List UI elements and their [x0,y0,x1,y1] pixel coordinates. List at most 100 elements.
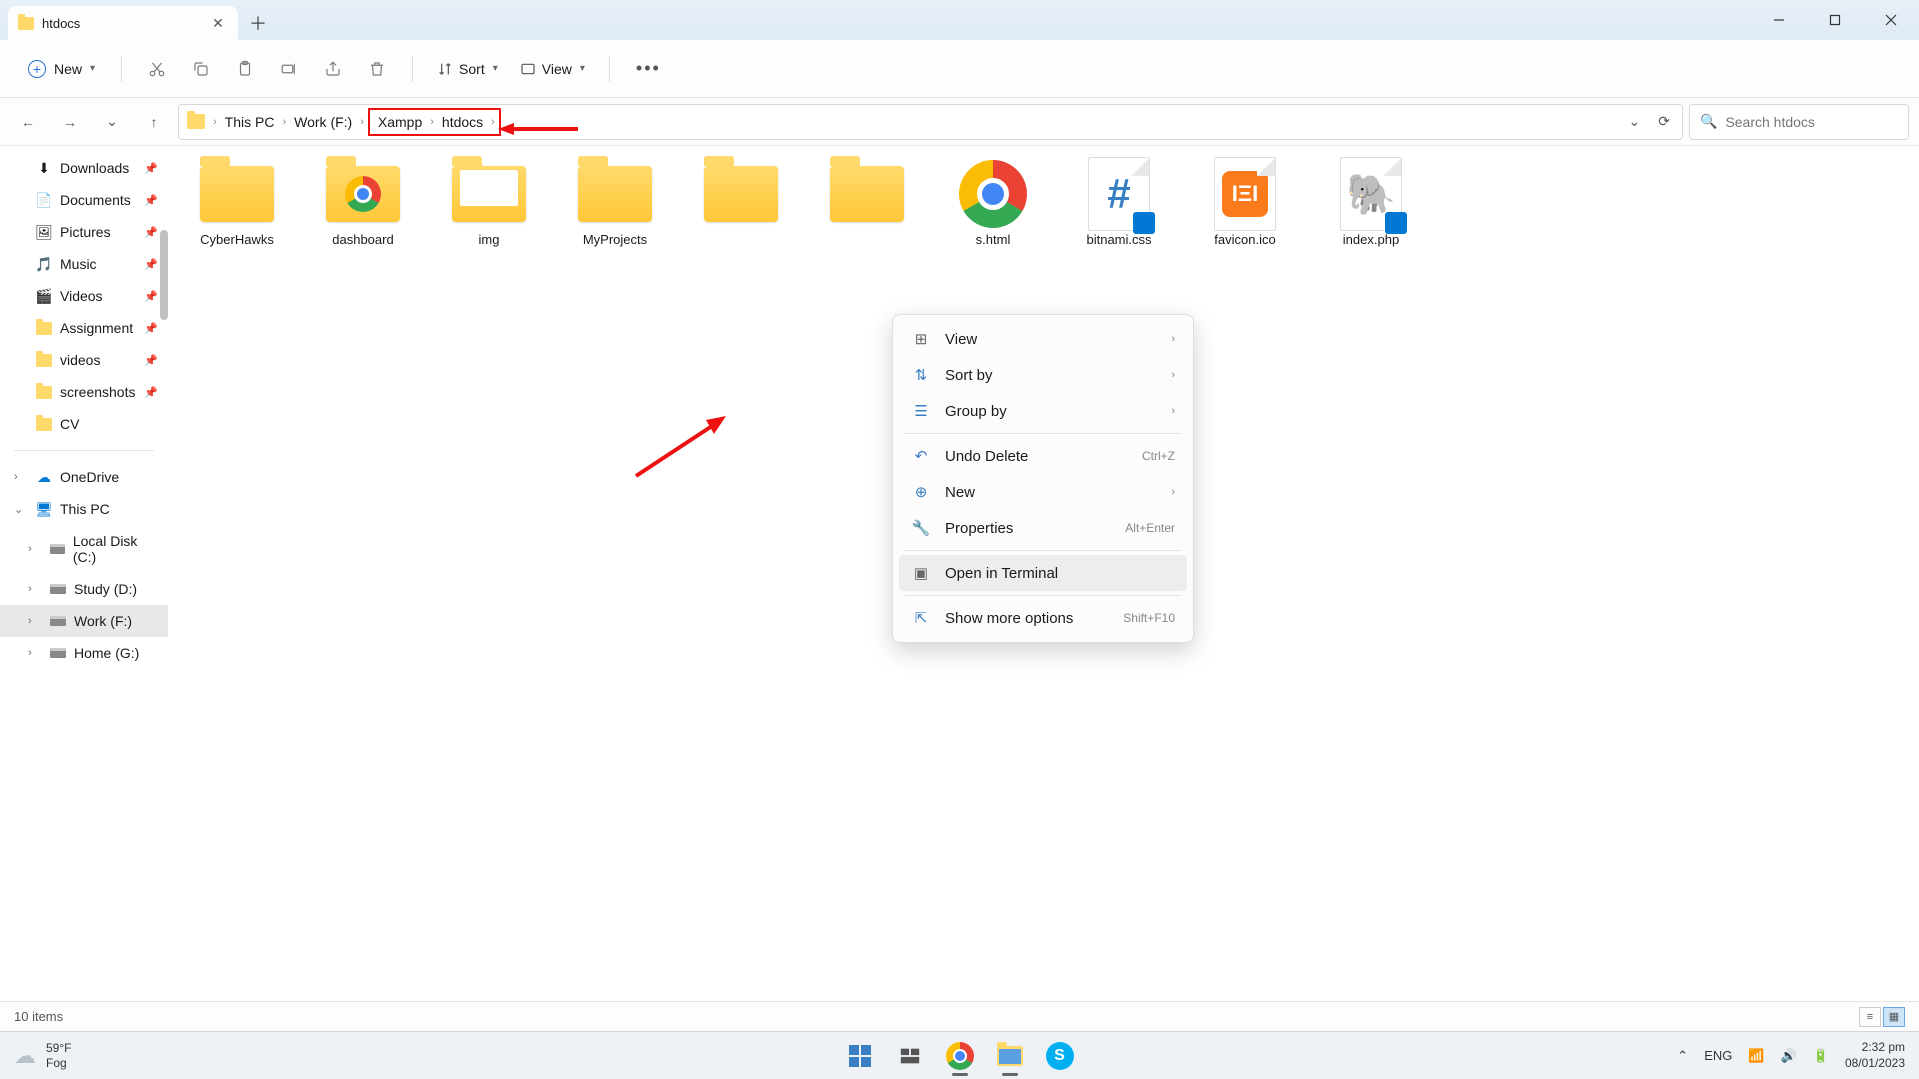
search-box[interactable]: 🔍 [1689,104,1909,140]
ctx-show-more[interactable]: ⇱ Show more options Shift+F10 [899,600,1187,636]
ctx-group-by[interactable]: ☰ Group by › [899,393,1187,429]
sidebar-quick-item[interactable]: 📄Documents📌 [0,184,168,216]
chevron-down-icon: ▾ [580,63,585,74]
sidebar-quick-item[interactable]: 🎵Music📌 [0,248,168,280]
recent-button[interactable]: ⌄ [94,104,130,140]
view-button[interactable]: View ▾ [512,57,593,81]
address-dropdown-button[interactable]: ⌄ [1625,109,1645,134]
breadcrumb-item[interactable]: htdocs [438,112,487,132]
toolbar: + New ▾ Sort ▾ View ▾ ••• [0,40,1919,98]
new-button[interactable]: + New ▾ [18,54,105,84]
copy-button[interactable] [182,52,220,86]
folder-icon [36,322,52,335]
sidebar-drive-item[interactable]: ›Home (G:) [0,637,168,669]
weather-widget[interactable]: ☁ 59°F Fog [14,1041,71,1070]
pin-icon: 📌 [144,194,158,207]
sidebar-drive-item[interactable]: ›Work (F:) [0,605,168,637]
wrench-icon: 🔧 [911,518,931,538]
sort-button[interactable]: Sort ▾ [429,57,506,81]
refresh-button[interactable]: ⟳ [1654,109,1674,134]
forward-button[interactable]: → [52,104,88,140]
sidebar-item-onedrive[interactable]: › ☁ OneDrive [0,461,168,493]
breadcrumb-item[interactable]: Xampp [374,112,426,132]
ctx-new[interactable]: ⊕ New › [899,474,1187,510]
battery-icon[interactable]: 🔋 [1813,1048,1829,1064]
back-button[interactable]: ← [10,104,46,140]
view-label: View [542,61,572,77]
file-item[interactable] [692,162,790,247]
close-tab-button[interactable]: ✕ [210,15,226,31]
address-bar[interactable]: › This PC › Work (F:) › Xampp › htdocs ›… [178,104,1683,140]
ctx-sort-by[interactable]: ⇅ Sort by › [899,357,1187,393]
file-item[interactable]: MyProjects [566,162,664,247]
sidebar-drive-item[interactable]: ›Study (D:) [0,573,168,605]
share-button[interactable] [314,52,352,86]
file-label: index.php [1343,232,1399,247]
file-item[interactable]: dashboard [314,162,412,247]
breadcrumb-item[interactable]: This PC [221,112,279,132]
file-item[interactable]: s.html [944,162,1042,247]
sidebar-quick-item[interactable]: screenshots📌 [0,376,168,408]
rename-button[interactable] [270,52,308,86]
ctx-view[interactable]: ⊞ View › [899,321,1187,357]
sidebar-quick-item[interactable]: 🎬Videos📌 [0,280,168,312]
minimize-button[interactable] [1751,0,1807,40]
video-icon: 🎬 [36,288,52,304]
breadcrumb-item[interactable]: Work (F:) [290,112,356,132]
sidebar-label: screenshots [60,384,135,400]
ctx-open-terminal[interactable]: ▣ Open in Terminal [899,555,1187,591]
file-label: CyberHawks [200,232,274,247]
sidebar-quick-item[interactable]: CV [0,408,168,440]
vscode-icon [1133,212,1155,234]
explorer-app[interactable] [989,1035,1031,1077]
paste-button[interactable] [226,52,264,86]
close-window-button[interactable] [1863,0,1919,40]
language-indicator[interactable]: ENG [1704,1048,1732,1063]
tray-chevron-icon[interactable]: ⌃ [1677,1048,1688,1064]
clock[interactable]: 2:32 pm 08/01/2023 [1845,1040,1905,1071]
sidebar-quick-item[interactable]: videos📌 [0,344,168,376]
file-item[interactable] [818,162,916,247]
music-icon: 🎵 [36,256,52,272]
details-view-button[interactable]: ≡ [1859,1007,1881,1027]
ctx-properties[interactable]: 🔧 Properties Alt+Enter [899,510,1187,546]
hash-icon: # [1107,170,1130,218]
pin-icon: 📌 [144,258,158,271]
weather-condition: Fog [46,1056,71,1070]
skype-app[interactable]: S [1039,1035,1081,1077]
titlebar: htdocs ✕ ＋ [0,0,1919,40]
file-item[interactable]: ΙΞΙfavicon.ico [1196,162,1294,247]
start-button[interactable] [839,1035,881,1077]
up-button[interactable]: ↑ [136,104,172,140]
task-view-button[interactable] [889,1035,931,1077]
search-input[interactable] [1725,114,1906,130]
annotation-arrow [626,416,726,489]
file-item[interactable]: #bitnami.css [1070,162,1168,247]
sidebar-drive-item[interactable]: ›Local Disk (C:) [0,525,168,573]
sidebar-quick-item[interactable]: Assignment📌 [0,312,168,344]
sidebar-label: Videos [60,288,103,304]
delete-button[interactable] [358,52,396,86]
icons-view-button[interactable]: ▦ [1883,1007,1905,1027]
new-tab-button[interactable]: ＋ [238,6,278,40]
file-item[interactable]: img [440,162,538,247]
pic-icon: 🖼 [36,224,52,240]
maximize-button[interactable] [1807,0,1863,40]
sidebar-quick-item[interactable]: ⬇Downloads📌 [0,152,168,184]
file-item[interactable]: CyberHawks [188,162,286,247]
file-item[interactable]: 🐘 index.php [1322,162,1420,247]
window-tab[interactable]: htdocs ✕ [8,6,238,40]
more-button[interactable]: ••• [626,58,671,79]
cut-button[interactable] [138,52,176,86]
file-list[interactable]: CyberHawks dashboard img MyProjects s.html #b… [168,146,1919,1001]
ctx-undo-delete[interactable]: ↶ Undo Delete Ctrl+Z [899,438,1187,474]
volume-icon[interactable]: 🔊 [1781,1048,1797,1064]
scrollbar-thumb[interactable] [160,230,168,320]
sidebar-quick-item[interactable]: 🖼Pictures📌 [0,216,168,248]
chevron-right-icon: › [28,647,32,659]
chrome-app[interactable] [939,1035,981,1077]
chevron-right-icon: › [282,116,286,128]
elephant-icon: 🐘 [1346,171,1396,218]
wifi-icon[interactable]: 📶 [1748,1048,1764,1064]
sidebar-item-thispc[interactable]: ⌄ 🖥 This PC [0,493,168,525]
